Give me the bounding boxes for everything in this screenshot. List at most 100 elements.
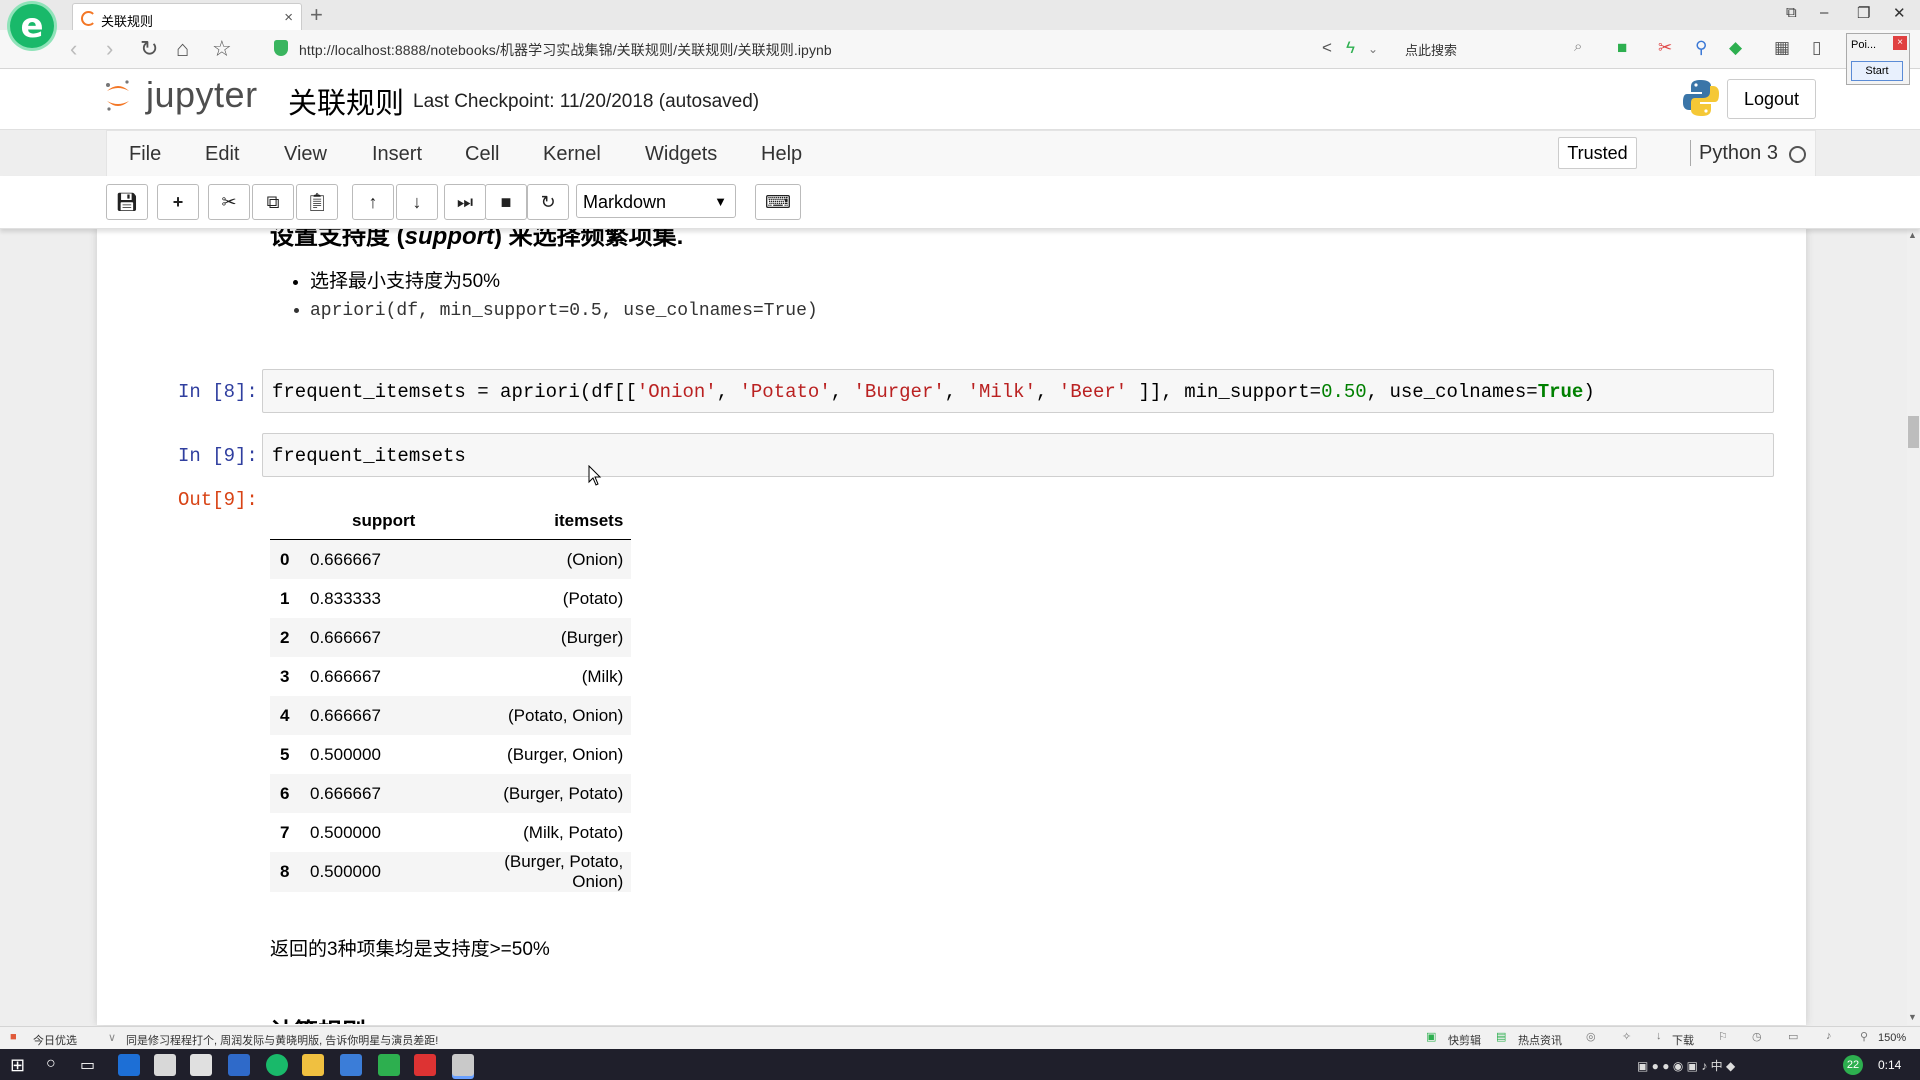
run-icon[interactable]: ⏭︎ [444,184,486,220]
menu-help[interactable]: Help [761,143,802,166]
table-row: 4 0.666667 (Potato, Onion) [270,696,632,735]
app-icon[interactable] [378,1054,400,1076]
paste-icon[interactable]: 📋︎ [296,184,338,220]
notebook-title[interactable]: 关联规则 [288,80,404,122]
app-icon[interactable] [414,1054,436,1076]
new-tab-icon[interactable]: + [310,2,323,28]
taskbar-clock[interactable]: 0:14 [1878,1058,1901,1072]
magnifier-icon[interactable]: ⚲ [1695,38,1707,58]
save-icon[interactable]: 💾︎ [106,184,148,220]
browser-app-icon[interactable] [266,1054,288,1076]
itemset-value: (Burger, Onion) [507,744,624,764]
trusted-indicator[interactable]: Trusted [1558,137,1637,169]
browser-tab[interactable]: 关联规则 × [72,3,302,32]
active-app-icon[interactable] [452,1054,474,1076]
zoom-level[interactable]: 150% [1878,1032,1906,1044]
refresh-icon[interactable]: ↻ [140,36,158,62]
bookmark-star-icon[interactable]: ☆ [212,36,232,62]
menu-cell[interactable]: Cell [465,143,499,166]
status-left-label[interactable]: 今日优选 [33,1032,77,1048]
code-cell-8[interactable]: frequent_itemsets = apriori(df[['Onion',… [262,369,1774,413]
kernel-divider [1690,140,1691,166]
file-explorer-icon[interactable] [302,1054,324,1076]
sound-icon[interactable]: ♪ [1826,1030,1832,1042]
menu-view[interactable]: View [284,143,327,166]
status-news-ticker[interactable]: 同是修习程程打个, 周润发际与黄晓明版, 告诉你明星与演员差距! [126,1032,438,1048]
jupyter-logo-text[interactable]: jupyter [146,74,258,116]
restart-icon[interactable]: ↻ [527,184,569,220]
cell-type-select[interactable]: Markdown ▼ [576,184,736,218]
menu-edit[interactable]: Edit [205,143,239,166]
game-icon[interactable]: ◆ [1729,38,1742,58]
extension-green-icon[interactable]: ■ [1617,38,1627,58]
store-app-icon[interactable] [154,1054,176,1076]
row-index: 7 [280,822,290,842]
cut-icon[interactable]: ✂ [208,184,250,220]
history-icon[interactable]: ◷ [1752,1030,1762,1043]
search-taskbar-icon[interactable]: ○ [46,1055,56,1073]
url-field[interactable]: http://localhost:8888/notebooks/机器学习实战集锦… [299,40,832,60]
jupyter-logo-icon[interactable] [104,79,132,113]
lightning-icon[interactable]: ϟ [1346,38,1355,58]
secure-shield-icon [274,40,288,56]
popup-start-button[interactable]: Start [1851,61,1903,81]
menu-insert[interactable]: Insert [372,143,422,166]
pin-icon[interactable]: ✧ [1622,1030,1631,1043]
browser-address-bar: ‹ › ↻ ⌂ ☆ http://localhost:8888/notebook… [0,30,1920,69]
scissors-icon[interactable]: ✂ [1658,38,1672,58]
search-input[interactable]: 点此搜索 [1405,40,1457,59]
tab-close-icon[interactable]: × [284,9,293,26]
flag-icon[interactable]: ⚐ [1718,1030,1728,1043]
task-view-icon[interactable]: ▭ [80,1055,95,1075]
table-row: 6 0.666667 (Burger, Potato) [270,774,632,813]
status-item[interactable]: 下载 [1672,1032,1694,1048]
browser-logo[interactable]: e [10,4,54,48]
menu-widgets[interactable]: Widgets [645,143,717,166]
scroll-up-icon[interactable]: ▲ [1908,230,1917,240]
notification-badge[interactable]: 22 [1843,1055,1863,1075]
scrollbar-thumb[interactable] [1908,416,1919,448]
video-clip-icon: ▣ [1426,1031,1437,1043]
menu-kernel[interactable]: Kernel [543,143,601,166]
logout-button[interactable]: Logout [1727,79,1816,119]
tray-icons[interactable]: ▣ ● ● ◉ ▣ ♪ 中 ◆ [1637,1057,1735,1074]
column-header: support [306,503,446,540]
popup-close-icon[interactable]: × [1893,36,1907,50]
back-icon[interactable]: ‹ [70,36,77,62]
stop-icon[interactable]: ■ [485,184,527,220]
status-item[interactable]: 快剪辑 [1448,1032,1481,1048]
app-icon[interactable] [340,1054,362,1076]
menu-file[interactable]: File [129,143,161,166]
status-item[interactable]: 热点资讯 [1518,1032,1562,1048]
search-icon[interactable]: ⌕ [1574,38,1582,55]
windows-start-icon[interactable]: ⊞ [10,1055,25,1076]
maximize-icon[interactable]: ❐ [1857,4,1870,22]
insert-cell-icon[interactable]: + [157,184,199,220]
support-value: 0.666667 [310,627,381,647]
keyboard-icon[interactable]: ⌨ [755,184,801,220]
window-icon[interactable]: ▭ [1788,1030,1798,1043]
popup-widget[interactable]: Poi... × Start [1846,33,1910,85]
tablet-icon[interactable]: ▯ [1812,38,1821,58]
chevron-down-icon[interactable]: ⌄ [1368,42,1378,56]
speed-icon[interactable]: ◎ [1586,1030,1596,1043]
kernel-name[interactable]: Python 3 [1699,142,1778,165]
vertical-scrollbar[interactable] [1907,228,1920,1025]
code-line: frequent_itemsets = apriori(df[['Onion',… [272,381,1595,403]
popup-title: Poi... [1851,39,1877,51]
close-window-icon[interactable]: ✕ [1893,4,1906,22]
copy-icon[interactable]: ⧉ [252,184,294,220]
minimize-icon[interactable]: – [1820,4,1828,21]
share-icon[interactable]: < [1322,38,1332,58]
move-down-icon[interactable]: ↓ [396,184,438,220]
apps-grid-icon[interactable]: ▦ [1774,38,1790,58]
restore-tabs-icon[interactable]: ⧉ [1786,4,1797,21]
code-cell-9[interactable]: frequent_itemsets [262,433,1774,477]
move-up-icon[interactable]: ↑ [352,184,394,220]
mail-app-icon[interactable] [190,1054,212,1076]
home-icon[interactable]: ⌂ [176,36,189,62]
edge-app-icon[interactable] [118,1054,140,1076]
app-icon[interactable] [228,1054,250,1076]
forward-icon[interactable]: › [106,36,113,62]
scroll-down-icon[interactable]: ▼ [1908,1012,1917,1022]
